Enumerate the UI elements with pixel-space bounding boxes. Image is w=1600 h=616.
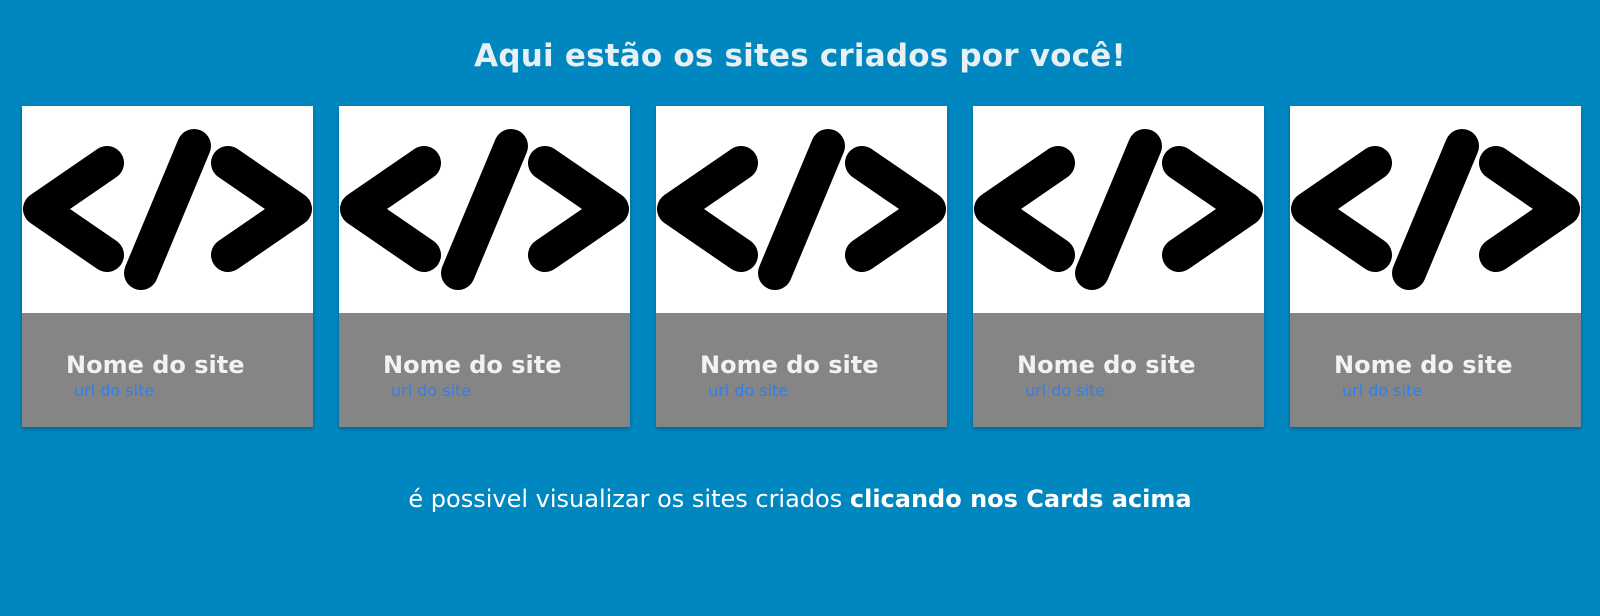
code-icon (1291, 129, 1580, 290)
site-name: Nome do site (66, 351, 245, 379)
site-card[interactable]: Nome do site url do site (22, 106, 313, 427)
site-card[interactable]: Nome do site url do site (339, 106, 630, 427)
code-icon (974, 129, 1263, 290)
site-card[interactable]: Nome do site url do site (1290, 106, 1581, 427)
card-body: Nome do site url do site (339, 313, 630, 427)
card-body: Nome do site url do site (22, 313, 313, 427)
code-icon (657, 129, 946, 290)
site-card[interactable]: Nome do site url do site (656, 106, 947, 427)
card-body: Nome do site url do site (1290, 313, 1581, 427)
cards-row: Nome do site url do site Nome do site ur… (22, 106, 1582, 428)
site-url-link[interactable]: url do site (708, 381, 788, 400)
card-image (1290, 106, 1581, 313)
footer-hint: é possivel visualizar os sites criados c… (0, 485, 1600, 513)
site-url-link[interactable]: url do site (1342, 381, 1422, 400)
code-icon (23, 129, 312, 290)
card-image (973, 106, 1264, 313)
page-title: Aqui estão os sites criados por você! (474, 38, 1126, 74)
footer-hint-text: é possivel visualizar os sites criados (408, 485, 850, 513)
card-image (656, 106, 947, 313)
site-name: Nome do site (700, 351, 879, 379)
code-icon (340, 129, 629, 290)
card-image (22, 106, 313, 313)
site-url-link[interactable]: url do site (1025, 381, 1105, 400)
site-card[interactable]: Nome do site url do site (973, 106, 1264, 427)
site-name: Nome do site (1017, 351, 1196, 379)
site-url-link[interactable]: url do site (391, 381, 471, 400)
site-name: Nome do site (383, 351, 562, 379)
card-body: Nome do site url do site (656, 313, 947, 427)
footer-hint-emphasis: clicando nos Cards acima (849, 485, 1192, 513)
card-image (339, 106, 630, 313)
site-name: Nome do site (1334, 351, 1513, 379)
card-body: Nome do site url do site (973, 313, 1264, 427)
site-url-link[interactable]: url do site (74, 381, 154, 400)
